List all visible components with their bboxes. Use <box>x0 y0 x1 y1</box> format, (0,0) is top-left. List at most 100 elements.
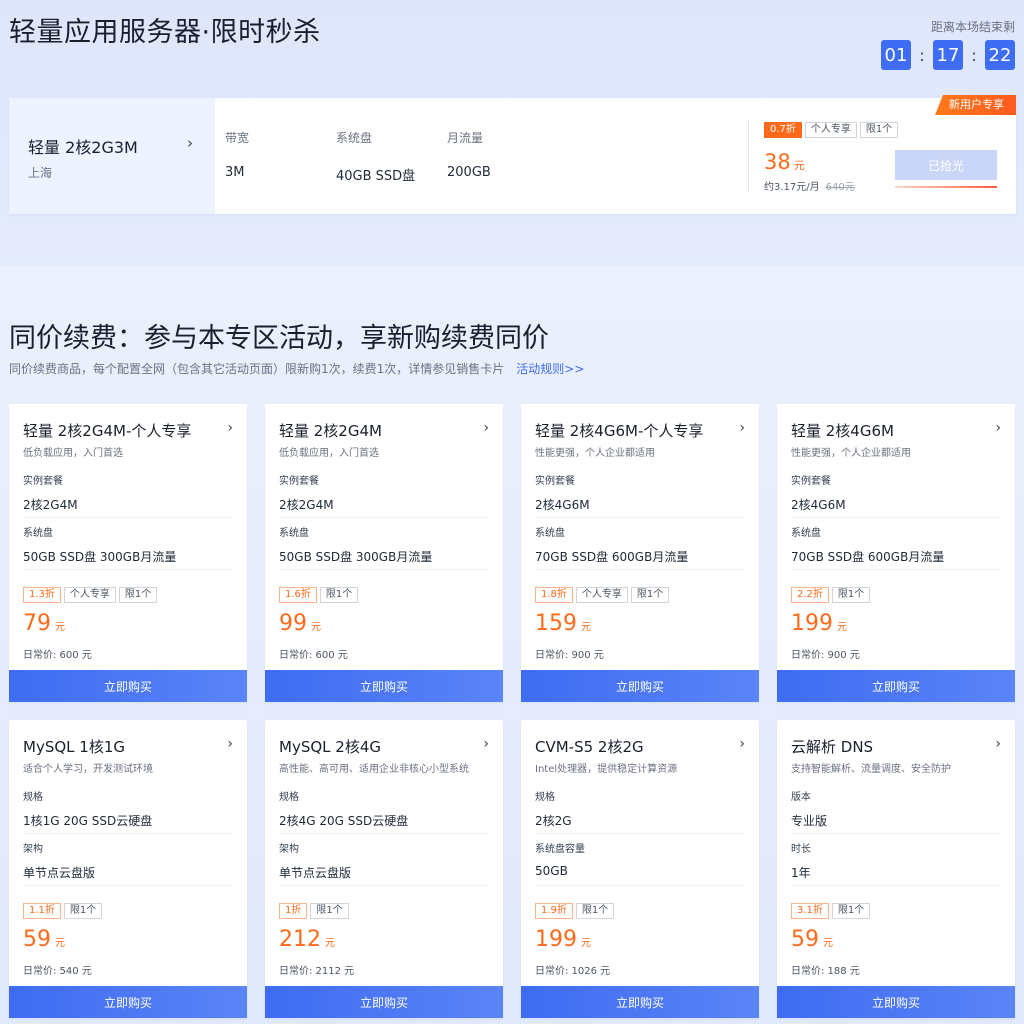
card-price: 159 元 <box>535 611 591 636</box>
product-card: 云解析 DNS › 支持智能解析、流量调度、安全防护 版本 专业版 时长 1年 3.1折 限1个… <box>777 720 1015 1018</box>
chevron-right-icon[interactable]: › <box>995 736 1001 752</box>
chevron-right-icon[interactable]: › <box>227 420 233 436</box>
spec-label: 架构 <box>279 844 299 855</box>
renew-subtitle-text: 同价续费商品，每个配置全网（包含其它活动页面）限新购1次，续费1次，详情参见销售… <box>9 362 505 376</box>
chevron-right-icon[interactable]: › <box>483 420 489 436</box>
card-tags: 2.2折 限1个 <box>791 587 873 603</box>
price-unit: 元 <box>823 938 833 949</box>
divider <box>279 569 489 570</box>
divider <box>279 833 489 834</box>
divider <box>535 885 745 886</box>
spec-label: 系统盘 <box>336 131 373 145</box>
divider <box>23 833 233 834</box>
price-value: 59 <box>791 927 819 952</box>
card-title[interactable]: 轻量 2核2G4M-个人专享 <box>23 420 191 441</box>
personal-tag: 个人专享 <box>804 122 857 138</box>
activity-rules-link[interactable]: 活动规则>> <box>516 362 584 376</box>
card-description: 支持智能解析、流量调度、安全防护 <box>791 764 951 775</box>
chevron-right-icon[interactable]: › <box>739 420 745 436</box>
discount-tag: 1.3折 <box>23 587 61 603</box>
chevron-right-icon[interactable]: › <box>483 736 489 752</box>
chevron-right-icon[interactable]: › <box>739 736 745 752</box>
countdown-minutes: 17 <box>933 40 963 70</box>
card-tags: 1.3折 个人专享 限1个 <box>23 587 160 603</box>
card-tags: 1.1折 限1个 <box>23 903 105 919</box>
card-title[interactable]: MySQL 1核1G <box>23 736 125 757</box>
spec-value: 专业版 <box>791 814 828 828</box>
price-unit: 元 <box>837 622 847 633</box>
spec-label: 月流量 <box>447 131 484 145</box>
limit-tag: 限1个 <box>831 903 871 919</box>
product-card: CVM-S5 2核2G › Intel处理器，提供稳定计算资源 规格 2核2G 系统盘容量… <box>521 720 759 1018</box>
price-unit: 元 <box>793 159 805 172</box>
buy-now-button[interactable]: 立即购买 <box>777 986 1015 1018</box>
card-description: 性能更强，个人企业都适用 <box>791 448 911 459</box>
personal-tag: 个人专享 <box>63 587 116 603</box>
price-unit: 元 <box>581 622 591 633</box>
regular-price: 日常价: 1026 元 <box>535 966 611 977</box>
buy-now-button[interactable]: 立即购买 <box>521 670 759 702</box>
spec-label: 实例套餐 <box>279 476 319 487</box>
card-price: 99 元 <box>279 611 321 636</box>
spec-label: 时长 <box>791 844 811 855</box>
card-price: 199 元 <box>535 927 591 952</box>
price-value: 159 <box>535 611 577 636</box>
spec-value: 2核2G4M <box>23 498 78 512</box>
discount-tag: 1.1折 <box>23 903 61 919</box>
price-value: 99 <box>279 611 307 636</box>
countdown-timer: 01 : 17 : 22 <box>881 40 1015 70</box>
card-description: 性能更强，个人企业都适用 <box>535 448 655 459</box>
card-tags: 3.1折 限1个 <box>791 903 873 919</box>
limit-tag: 限1个 <box>630 587 670 603</box>
price-unit: 元 <box>55 938 65 949</box>
card-title[interactable]: MySQL 2核4G <box>279 736 381 757</box>
flash-product-region: 上海 <box>28 166 53 180</box>
divider <box>791 885 1001 886</box>
limit-tag: 限1个 <box>63 903 103 919</box>
card-title[interactable]: 云解析 DNS <box>791 736 873 757</box>
buy-now-button[interactable]: 立即购买 <box>9 670 247 702</box>
flash-price-detail: 约3.17元/月 640元 <box>764 178 855 193</box>
sold-out-button[interactable]: 已抢光 <box>895 150 997 180</box>
price-value: 199 <box>791 611 833 636</box>
card-title[interactable]: CVM-S5 2核2G <box>535 736 644 757</box>
chevron-right-icon[interactable]: › <box>995 420 1001 436</box>
spec-value: 2核4G6M <box>791 498 846 512</box>
card-title[interactable]: 轻量 2核2G4M <box>279 420 382 441</box>
buy-now-button[interactable]: 立即购买 <box>777 670 1015 702</box>
spec-value: 2核4G6M <box>535 498 590 512</box>
spec-value: 1年 <box>791 866 811 880</box>
buy-now-button[interactable]: 立即购买 <box>265 670 503 702</box>
divider <box>23 885 233 886</box>
spec-label: 规格 <box>23 792 43 803</box>
regular-price: 日常价: 2112 元 <box>279 966 355 977</box>
buy-now-button[interactable]: 立即购买 <box>265 986 503 1018</box>
product-card: MySQL 1核1G › 适合个人学习，开发测试环境 规格 1核1G 20G SSD云硬… <box>9 720 247 1018</box>
new-user-badge: 新用户专享 <box>935 95 1016 115</box>
flash-sale-title: 轻量应用服务器·限时秒杀 <box>9 17 321 48</box>
flash-tags: 0.7折 个人专享 限1个 <box>764 122 901 138</box>
regular-price: 日常价: 900 元 <box>791 650 860 661</box>
discount-tag: 1.6折 <box>279 587 317 603</box>
spec-value: 1核1G 20G SSD云硬盘 <box>23 814 153 828</box>
spec-value: 2核2G4M <box>279 498 334 512</box>
chevron-right-icon[interactable]: › <box>227 736 233 752</box>
regular-price: 日常价: 188 元 <box>791 966 860 977</box>
chevron-right-icon[interactable]: › <box>187 134 193 152</box>
spec-value: 50GB SSD盘 300GB月流量 <box>23 550 177 564</box>
flash-product-header[interactable]: 轻量 2核2G3M 上海 › <box>9 98 215 214</box>
card-tags: 1折 限1个 <box>279 903 352 919</box>
card-title[interactable]: 轻量 2核4G6M <box>791 420 894 441</box>
flash-product-name: 轻量 2核2G3M <box>28 138 138 157</box>
discount-tag: 1.9折 <box>535 903 573 919</box>
card-title[interactable]: 轻量 2核4G6M-个人专享 <box>535 420 703 441</box>
price-value: 199 <box>535 927 577 952</box>
spec-system-disk: 系统盘 40GB SSD盘 <box>336 129 415 184</box>
limit-tag: 限1个 <box>319 587 359 603</box>
buy-now-button[interactable]: 立即购买 <box>9 986 247 1018</box>
spec-label: 实例套餐 <box>791 476 831 487</box>
product-card: 轻量 2核4G6M-个人专享 › 性能更强，个人企业都适用 实例套餐 2核4G6M 系统盘… <box>521 404 759 702</box>
divider <box>23 517 233 518</box>
buy-now-button[interactable]: 立即购买 <box>521 986 759 1018</box>
spec-value: 50GB <box>535 864 568 878</box>
